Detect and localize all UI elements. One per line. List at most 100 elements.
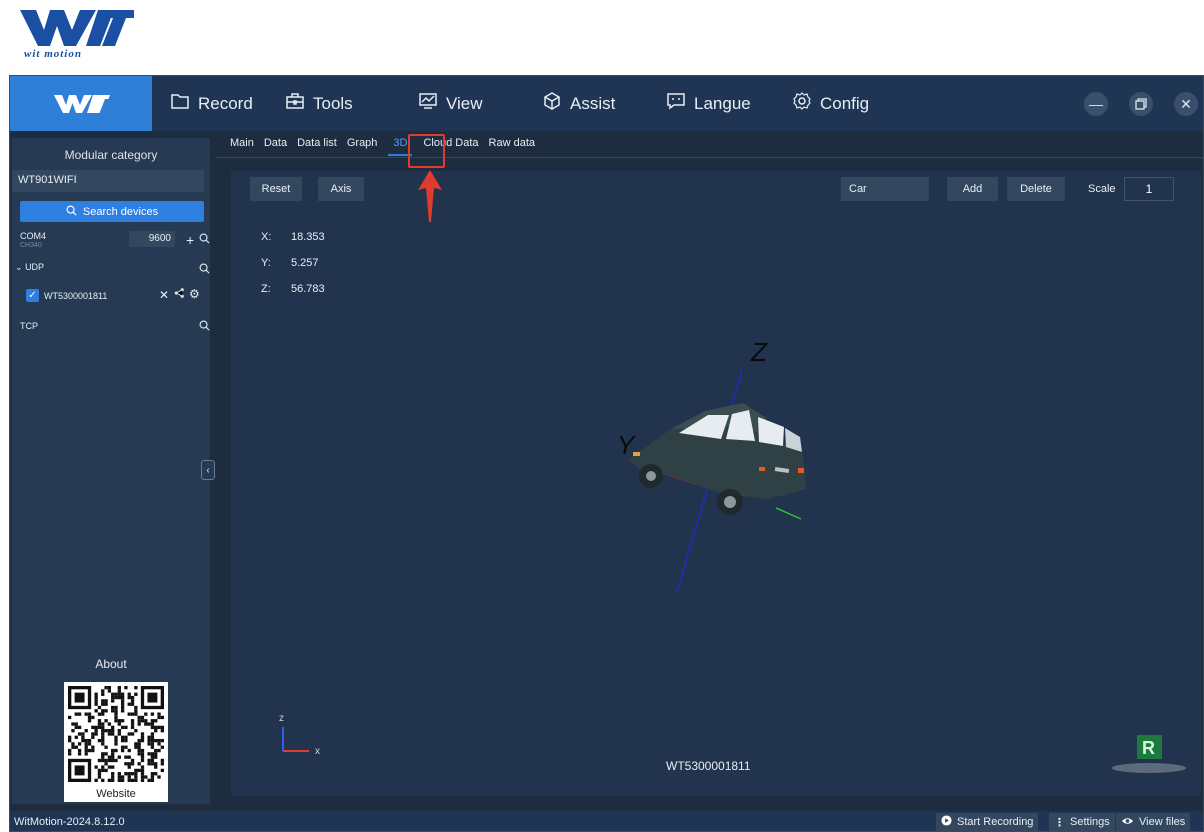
- x-axis-line: [775, 507, 802, 520]
- menu-config[interactable]: Config: [792, 76, 869, 131]
- udp-label: UDP: [25, 262, 45, 272]
- tab-data-list[interactable]: Data list: [292, 136, 342, 156]
- search-devices-button[interactable]: Search devices: [20, 201, 204, 222]
- eye-icon: [1121, 816, 1134, 829]
- tab-main[interactable]: Main: [225, 136, 259, 156]
- com-port-label: COM4: [20, 231, 47, 241]
- coord-x-label: X:: [261, 231, 272, 243]
- mini-z-label: z: [279, 713, 284, 724]
- delete-button[interactable]: Delete: [1007, 177, 1065, 201]
- model-select-dropdown[interactable]: Car: [841, 177, 929, 201]
- device-name: WT5300001811: [44, 291, 108, 301]
- menu-label: View: [446, 93, 483, 113]
- folder-icon: [170, 91, 190, 116]
- scale-label: Scale: [1088, 183, 1116, 195]
- sidebar: Modular category WT901WIFI Search device…: [12, 138, 215, 804]
- tab-highlight-box: [408, 134, 445, 168]
- r-badge-label: R: [1142, 738, 1155, 758]
- z-axis-label: Z: [750, 337, 768, 367]
- model-value: Car: [849, 183, 867, 195]
- about-label: About: [95, 657, 127, 671]
- search-label: Search devices: [82, 205, 159, 218]
- search-icon: [66, 205, 77, 219]
- coord-y-value: 5.257: [291, 257, 319, 269]
- device-settings-icon[interactable]: ⚙: [189, 287, 200, 301]
- gear-icon: [792, 91, 812, 116]
- chevron-down-icon: ⌄: [15, 262, 23, 272]
- menubar: Record Tools View Assist Langue Config —…: [10, 76, 1203, 131]
- com-port-driver: CH340: [20, 242, 42, 249]
- 3d-scene: Z Y z x R: [279, 337, 1186, 773]
- search-udp-icon[interactable]: [199, 263, 210, 277]
- annotation-arrow: [418, 170, 442, 222]
- badge-shadow: [1112, 763, 1186, 773]
- website-label: Website: [64, 786, 168, 802]
- view-tabs: Main Data Data list Graph 3D Cloud Data …: [225, 136, 540, 156]
- viewport-device-label: WT5300001811: [666, 759, 751, 773]
- view-files-label: View files: [1139, 816, 1186, 828]
- version-label: WitMotion-2024.8.12.0: [14, 816, 125, 828]
- brand-logo: [10, 76, 152, 131]
- menu-label: Tools: [313, 93, 353, 113]
- sidebar-title: Modular category: [64, 148, 158, 162]
- cube-icon: [542, 91, 562, 116]
- menu-assist[interactable]: Assist: [542, 76, 615, 131]
- coord-y-label: Y:: [261, 257, 271, 269]
- view-files-button[interactable]: View files: [1116, 813, 1191, 831]
- logo-caption: wit motion: [24, 48, 82, 60]
- car-model: [629, 403, 806, 515]
- tab-raw-data[interactable]: Raw data: [484, 136, 540, 156]
- statusbar: WitMotion-2024.8.12.0 Start Recording ⋮ …: [10, 811, 1203, 831]
- coord-x: X: 18.353: [261, 231, 325, 243]
- add-button[interactable]: Add: [947, 177, 998, 201]
- search-tcp-icon[interactable]: [199, 320, 210, 334]
- coord-z-label: Z:: [261, 283, 271, 295]
- start-recording-button[interactable]: Start Recording: [936, 813, 1039, 831]
- website-qr-code: [64, 682, 168, 786]
- settings-label: Settings: [1070, 816, 1110, 828]
- screen: { "outer_logo": {"text": "wit motion"}, …: [0, 0, 1204, 832]
- message-icon: [666, 91, 686, 116]
- settings-button[interactable]: ⋮ Settings: [1049, 813, 1115, 831]
- share-icon[interactable]: [174, 287, 185, 302]
- tab-divider: [215, 157, 1203, 158]
- add-icon[interactable]: +: [186, 232, 194, 248]
- disconnect-icon[interactable]: ✕: [159, 288, 169, 302]
- reset-button[interactable]: Reset: [250, 177, 302, 201]
- chart-monitor-icon: [418, 91, 438, 116]
- toolbox-icon: [285, 91, 305, 116]
- menu-view[interactable]: View: [418, 76, 483, 131]
- baud-rate-select[interactable]: 9600: [129, 231, 175, 247]
- axis-button[interactable]: Axis: [318, 177, 364, 201]
- coord-z-value: 56.783: [291, 283, 325, 295]
- menu-label: Langue: [694, 93, 751, 113]
- model-select[interactable]: WT901WIFI: [12, 170, 204, 192]
- mini-x-label: x: [315, 746, 320, 757]
- search-com-icon[interactable]: [199, 233, 210, 247]
- more-vertical-icon: ⋮: [1054, 816, 1065, 829]
- collapse-sidebar-button[interactable]: ‹: [201, 460, 215, 480]
- menu-label: Config: [820, 93, 870, 113]
- udp-group[interactable]: ⌄ UDP: [15, 262, 44, 273]
- coord-y: Y: 5.257: [261, 257, 319, 269]
- menu-label: Assist: [570, 93, 616, 113]
- restore-icon[interactable]: [1129, 92, 1153, 116]
- witmotion-logo: wit motion: [14, 8, 142, 64]
- menu-langue[interactable]: Langue: [666, 76, 751, 131]
- play-circle-icon: [941, 815, 952, 829]
- 3d-viewport[interactable]: Z Y z x R Reset Axis Car Add Delete Scal…: [231, 171, 1201, 796]
- close-icon[interactable]: ✕: [1174, 92, 1198, 116]
- coord-x-value: 18.353: [291, 231, 325, 243]
- minimize-icon[interactable]: —: [1084, 92, 1108, 116]
- coord-z: Z: 56.783: [261, 283, 325, 295]
- tab-graph[interactable]: Graph: [342, 136, 383, 156]
- app-window: Record Tools View Assist Langue Config —…: [9, 75, 1204, 832]
- menu-label: Record: [198, 93, 253, 113]
- menu-record[interactable]: Record: [170, 76, 253, 131]
- scale-input[interactable]: 1: [1124, 177, 1174, 201]
- menu-tools[interactable]: Tools: [285, 76, 353, 131]
- tcp-label: TCP: [20, 321, 38, 331]
- start-recording-label: Start Recording: [957, 816, 1034, 828]
- device-checkbox[interactable]: ✓: [26, 289, 39, 302]
- tab-data[interactable]: Data: [259, 136, 292, 156]
